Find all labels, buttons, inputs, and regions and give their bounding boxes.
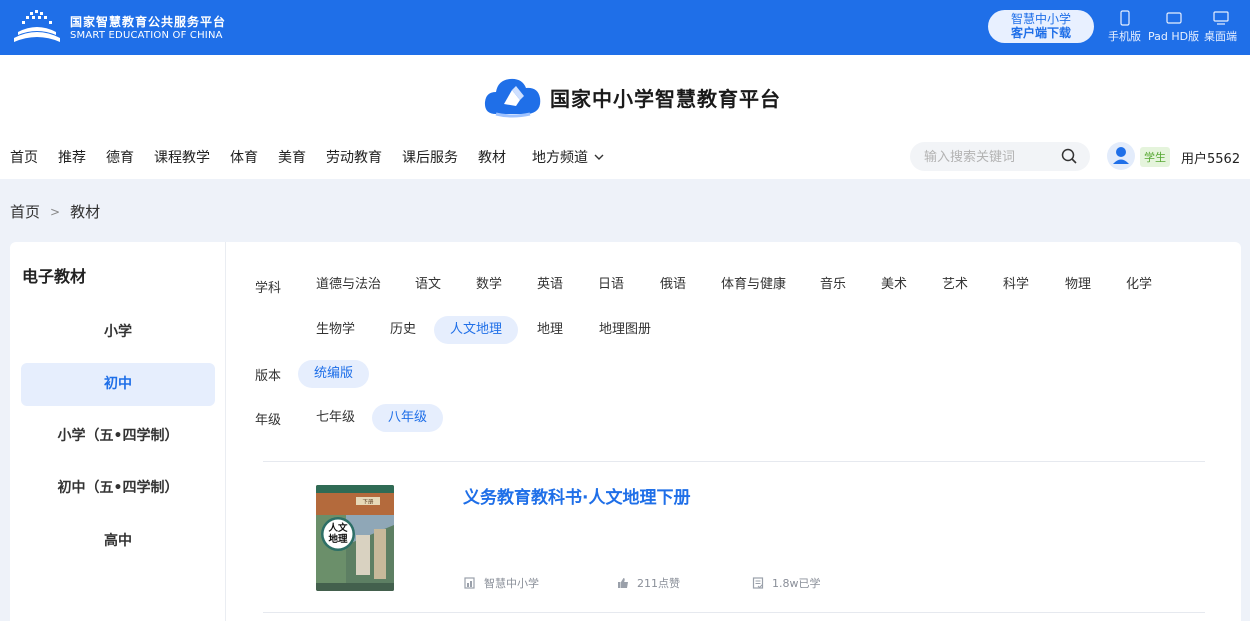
user-role-badge: 学生 bbox=[1140, 147, 1170, 167]
publisher-icon bbox=[464, 577, 475, 589]
download-line-1: 智慧中小学 bbox=[1010, 12, 1071, 26]
search-box bbox=[910, 142, 1090, 171]
subject-filter-label: 学科 bbox=[255, 281, 282, 296]
sidebar-title: 电子教材 bbox=[22, 267, 87, 286]
grade-chip-active[interactable]: 八年级 bbox=[372, 404, 444, 432]
username[interactable]: 用户5562 bbox=[1181, 148, 1240, 167]
grade-chip[interactable]: 七年级 bbox=[300, 404, 371, 432]
client-download-button[interactable]: 智慧中小学 客户端下载 bbox=[988, 10, 1094, 43]
subject-chip[interactable]: 科学 bbox=[987, 271, 1045, 299]
subject-chip[interactable]: 道德与法治 bbox=[300, 271, 397, 299]
breadcrumb-home[interactable]: 首页 bbox=[10, 201, 40, 222]
nav-item-home[interactable]: 首页 bbox=[10, 147, 38, 167]
pad-version-label: Pad HD版 bbox=[1148, 30, 1200, 43]
learned-icon bbox=[752, 577, 764, 589]
search-input[interactable] bbox=[924, 148, 1054, 166]
list-divider bbox=[263, 461, 1205, 462]
nav-item-textbooks[interactable]: 教材 bbox=[478, 147, 506, 167]
subject-chip[interactable]: 语文 bbox=[399, 271, 457, 299]
breadcrumb-current: 教材 bbox=[70, 203, 101, 221]
site-brand-title: 国家中小学智慧教育平台 bbox=[550, 86, 781, 111]
cover-title-line-1: 人文 bbox=[328, 522, 348, 534]
book-cover-image[interactable]: 下册 人文 地理 bbox=[316, 485, 394, 591]
main-nav: 首页 推荐 德育 课程教学 体育 美育 劳动教育 课后服务 教材 地方频道 bbox=[10, 147, 626, 167]
edition-filter-label: 版本 bbox=[255, 369, 282, 384]
sidebar-item-senior[interactable]: 高中 bbox=[21, 520, 215, 563]
logo-chinese-text: 国家智慧教育公共服务平台 bbox=[70, 15, 227, 29]
book-publisher: 智慧中小学 bbox=[464, 575, 539, 591]
subject-chip[interactable]: 俄语 bbox=[644, 271, 702, 299]
subject-chip[interactable]: 数学 bbox=[460, 271, 518, 299]
user-icon bbox=[1113, 147, 1129, 164]
platform-logo-icon[interactable] bbox=[10, 8, 64, 46]
search-icon[interactable] bbox=[1061, 148, 1078, 165]
breadcrumb-separator: > bbox=[50, 204, 61, 219]
list-divider bbox=[263, 612, 1205, 613]
subject-chip[interactable]: 艺术 bbox=[926, 271, 984, 299]
desktop-version-link[interactable]: 桌面端 bbox=[1204, 10, 1237, 44]
publisher-label: 智慧中小学 bbox=[484, 577, 539, 590]
book-cover-art: 下册 人文 地理 bbox=[316, 485, 394, 591]
learners-count: 1.8w已学 bbox=[772, 577, 821, 590]
subject-chip[interactable]: 地理 bbox=[521, 316, 579, 344]
subject-chip-active[interactable]: 人文地理 bbox=[434, 316, 519, 344]
book-learners: 1.8w已学 bbox=[752, 575, 821, 591]
download-line-2: 客户端下载 bbox=[1010, 26, 1071, 40]
top-bar: 国家智慧教育公共服务平台 SMART EDUCATION OF CHINA 智慧… bbox=[0, 0, 1250, 55]
sidebar-item-primary-54[interactable]: 小学（五•四学制） bbox=[21, 415, 215, 458]
user-avatar[interactable] bbox=[1107, 142, 1135, 170]
nav-item-arts[interactable]: 美育 bbox=[278, 147, 306, 167]
nav-item-sports[interactable]: 体育 bbox=[230, 147, 258, 167]
phone-version-label: 手机版 bbox=[1108, 30, 1141, 43]
nav-item-labor[interactable]: 劳动教育 bbox=[326, 147, 382, 167]
nav-item-courses[interactable]: 课程教学 bbox=[154, 147, 210, 167]
chevron-down-icon bbox=[594, 154, 604, 160]
grade-filter-label: 年级 bbox=[255, 413, 282, 428]
book-likes: 211点赞 bbox=[617, 575, 680, 591]
subject-chip[interactable]: 日语 bbox=[582, 271, 640, 299]
cloud-book-logo-icon bbox=[484, 78, 541, 118]
subject-chip[interactable]: 生物学 bbox=[300, 316, 371, 344]
cover-title-line-2: 地理 bbox=[328, 533, 348, 545]
likes-count: 211点赞 bbox=[637, 577, 680, 590]
nav-region-label: 地方频道 bbox=[532, 150, 588, 166]
subject-chip[interactable]: 物理 bbox=[1049, 271, 1107, 299]
tablet-icon bbox=[1165, 12, 1182, 24]
book-title-link[interactable]: 义务教育教科书·人文地理下册 bbox=[463, 483, 690, 508]
cover-volume-text: 下册 bbox=[362, 499, 374, 506]
subject-chip[interactable]: 美术 bbox=[865, 271, 923, 299]
thumbs-up-icon bbox=[618, 578, 628, 588]
textbook-panel: 电子教材 小学 初中 小学（五•四学制） 初中（五•四学制） 高中 学科 道德与… bbox=[10, 242, 1241, 621]
subject-chip[interactable]: 化学 bbox=[1110, 271, 1168, 299]
subject-chip[interactable]: 英语 bbox=[521, 271, 579, 299]
site-header: 国家中小学智慧教育平台 首页 推荐 德育 课程教学 体育 美育 劳动教育 课后服… bbox=[0, 55, 1250, 179]
subject-chip[interactable]: 历史 bbox=[374, 316, 432, 344]
site-brand[interactable]: 国家中小学智慧教育平台 bbox=[482, 74, 781, 120]
phone-icon bbox=[1119, 10, 1130, 26]
phone-version-link[interactable]: 手机版 bbox=[1108, 10, 1141, 44]
stage-sidebar: 电子教材 小学 初中 小学（五•四学制） 初中（五•四学制） 高中 bbox=[10, 242, 226, 621]
pad-version-link[interactable]: Pad HD版 bbox=[1148, 10, 1199, 44]
nav-item-region[interactable]: 地方频道 bbox=[532, 147, 606, 167]
desktop-icon bbox=[1212, 11, 1229, 25]
breadcrumb: 首页 > 教材 bbox=[10, 201, 100, 222]
logo-english-text: SMART EDUCATION OF CHINA bbox=[70, 30, 223, 41]
nav-item-recommend[interactable]: 推荐 bbox=[58, 147, 86, 167]
desktop-version-label: 桌面端 bbox=[1204, 30, 1237, 43]
edition-chip-active[interactable]: 统编版 bbox=[298, 360, 370, 388]
sidebar-item-junior[interactable]: 初中 bbox=[21, 363, 215, 406]
sidebar-item-junior-54[interactable]: 初中（五•四学制） bbox=[21, 467, 215, 510]
subject-chip[interactable]: 音乐 bbox=[804, 271, 862, 299]
subject-chip[interactable]: 地理图册 bbox=[583, 316, 667, 344]
sidebar-item-primary[interactable]: 小学 bbox=[21, 311, 215, 354]
subject-chip[interactable]: 体育与健康 bbox=[705, 271, 802, 299]
nav-item-moral[interactable]: 德育 bbox=[106, 147, 134, 167]
nav-item-after-school[interactable]: 课后服务 bbox=[402, 147, 458, 167]
